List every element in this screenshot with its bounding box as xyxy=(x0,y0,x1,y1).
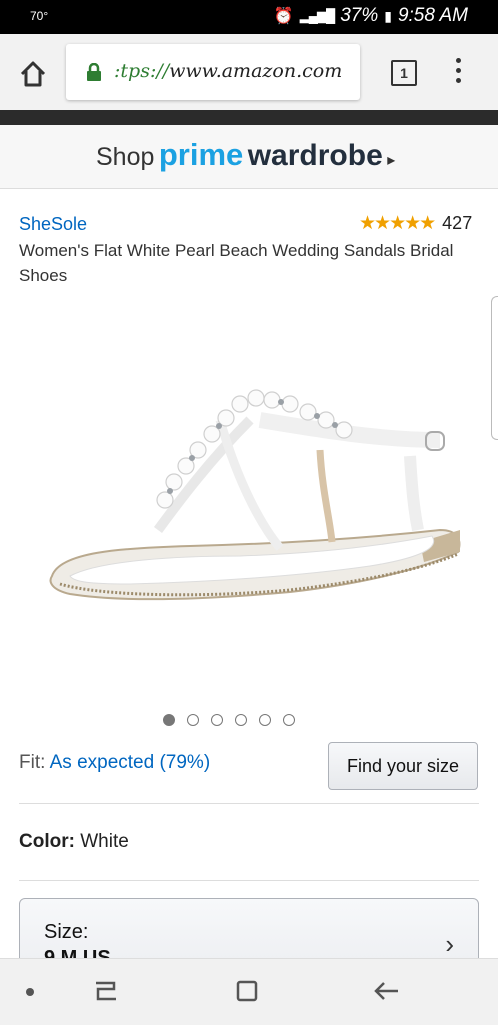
color-label: Color: xyxy=(19,831,75,852)
carousel-dot[interactable] xyxy=(163,714,175,726)
clock: 9:58 AM xyxy=(397,5,468,26)
temperature-text: 70° xyxy=(30,9,49,23)
tab-switcher-button[interactable]: 1 xyxy=(391,60,417,86)
color-info: Color: White xyxy=(19,831,129,853)
fit-value-link[interactable]: As expected (79%) xyxy=(50,752,211,773)
signal-icon: ▂▄▆█ xyxy=(299,8,335,23)
status-bar: 70° ⏰ ▂▄▆█ 37% ▮ 9:58 AM xyxy=(0,0,498,34)
home-icon[interactable] xyxy=(18,59,48,89)
prime-wardrobe-link[interactable]: Shop prime wardrobe ▸ xyxy=(96,137,395,173)
color-value: White xyxy=(80,831,129,852)
product-image[interactable] xyxy=(40,380,470,610)
url-scheme: :tps:// xyxy=(114,60,170,82)
url-host: www.amazon.com xyxy=(169,60,343,82)
banner-wardrobe: wardrobe xyxy=(247,139,383,172)
carousel-dot[interactable] xyxy=(259,714,271,726)
status-right: ⏰ ▂▄▆█ 37% ▮ 9:58 AM xyxy=(274,5,468,27)
battery-icon: ▮ xyxy=(384,7,392,24)
brand-link[interactable]: SheSole xyxy=(19,214,87,235)
carousel-dot[interactable] xyxy=(187,714,199,726)
divider xyxy=(19,880,479,881)
page-top-band xyxy=(0,110,498,125)
fit-label: Fit: xyxy=(19,752,46,773)
size-label: Size: xyxy=(44,921,89,943)
image-carousel-dots[interactable] xyxy=(163,714,295,726)
banner-prime: prime xyxy=(158,137,244,172)
fit-info: Fit: As expected (79%) xyxy=(19,752,210,774)
overflow-menu-icon[interactable] xyxy=(452,58,464,88)
battery-percent: 37% xyxy=(340,5,379,26)
nav-dot-icon[interactable] xyxy=(26,988,34,996)
chevron-right-icon: ▸ xyxy=(387,152,396,169)
url-text: :tps://www.amazon.com xyxy=(114,60,342,82)
banner-shop: Shop xyxy=(96,143,155,171)
product-title: Women's Flat White Pearl Beach Wedding S… xyxy=(19,241,454,285)
review-count: 427 xyxy=(442,213,473,233)
find-your-size-button[interactable]: Find your size xyxy=(328,742,478,790)
side-panel-handle[interactable] xyxy=(491,296,498,440)
rating[interactable]: ★★★★★ 427 xyxy=(359,212,472,235)
divider xyxy=(19,803,479,804)
chevron-right-icon: › xyxy=(445,929,454,959)
carousel-dot[interactable] xyxy=(211,714,223,726)
prime-wardrobe-banner[interactable]: Shop prime wardrobe ▸ xyxy=(0,125,498,189)
square-home-icon[interactable] xyxy=(236,980,258,1002)
browser-toolbar: :tps://www.amazon.com 1 xyxy=(0,34,498,110)
url-bar[interactable]: :tps://www.amazon.com xyxy=(66,44,360,100)
back-icon[interactable] xyxy=(372,977,400,1005)
star-rating-icon: ★★★★★ xyxy=(359,213,436,234)
recent-apps-icon[interactable] xyxy=(92,979,122,1003)
carousel-dot[interactable] xyxy=(283,714,295,726)
carousel-dot[interactable] xyxy=(235,714,247,726)
alarm-icon: ⏰ xyxy=(273,8,294,25)
lock-icon xyxy=(87,63,101,81)
system-nav-bar xyxy=(0,958,498,1025)
